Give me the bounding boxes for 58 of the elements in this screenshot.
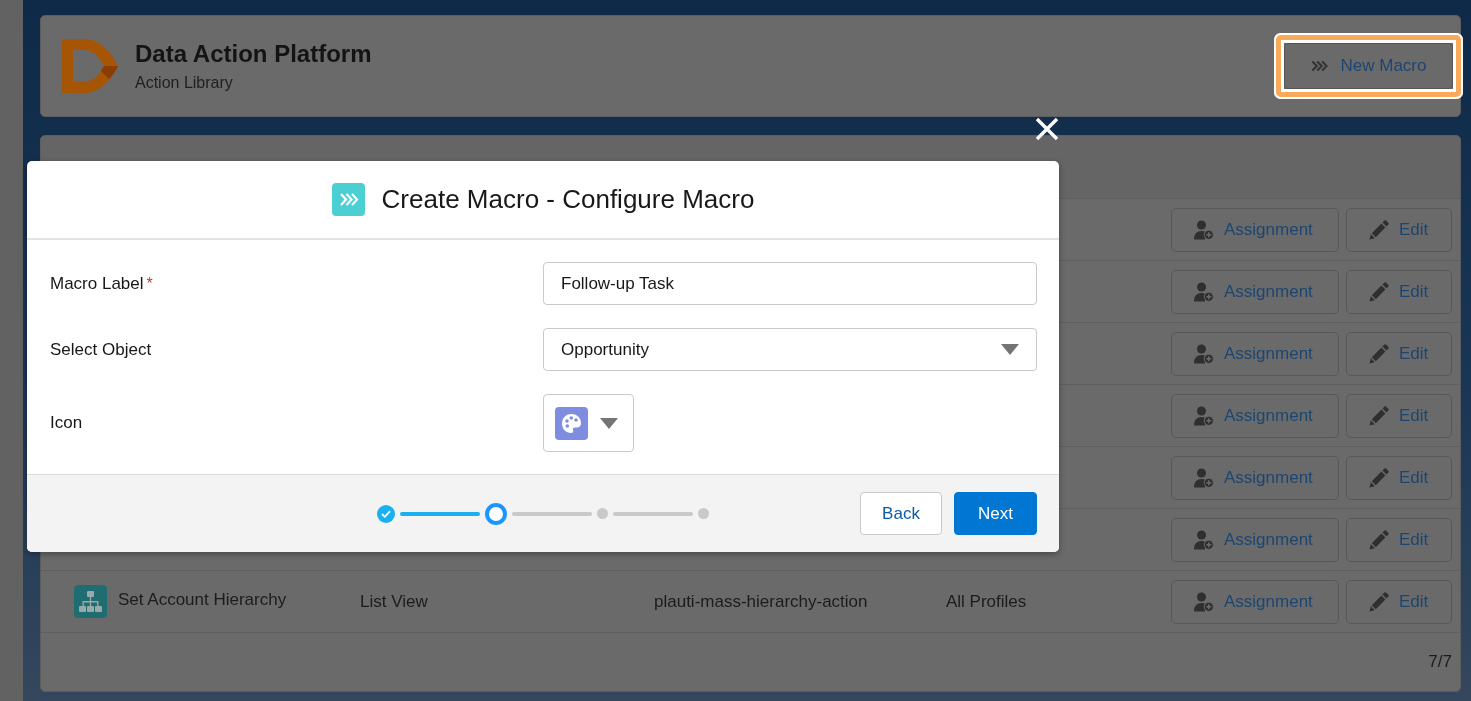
- user-add-icon: [1194, 591, 1214, 612]
- caret-icon: [600, 417, 618, 429]
- app-subtitle: Action Library: [135, 74, 233, 92]
- assignment-button[interactable]: Assignment: [1171, 579, 1339, 624]
- next-button[interactable]: Next: [954, 492, 1037, 535]
- edit-button[interactable]: Edit: [1346, 207, 1452, 252]
- field-label: Macro Label: [50, 273, 144, 293]
- assignment-button[interactable]: Assignment: [1171, 393, 1339, 438]
- table-cell: All Profiles: [946, 591, 1027, 611]
- required-mark: *: [146, 274, 153, 292]
- table-cell: List View: [360, 591, 428, 611]
- progress-step[interactable]: [485, 502, 507, 525]
- input-field[interactable]: Follow-up Task: [543, 262, 1037, 305]
- field-label: Icon: [50, 413, 83, 432]
- logo-icon: [62, 39, 118, 93]
- field-label: Select Object: [50, 339, 152, 359]
- progress-step[interactable]: [377, 504, 395, 523]
- edit-button[interactable]: Edit: [1346, 331, 1452, 376]
- user-add-icon: [1194, 529, 1214, 550]
- table-cell: plauti-mass-hierarchy-action: [654, 591, 868, 611]
- edit-button[interactable]: Edit: [1346, 269, 1452, 314]
- palette-icon: [555, 406, 588, 440]
- icon-picker[interactable]: [543, 394, 634, 452]
- assignment-button[interactable]: Assignment: [1171, 517, 1339, 562]
- app-title: Data Action Platform: [135, 40, 372, 68]
- close-icon: [1035, 117, 1059, 141]
- assignment-button[interactable]: Assignment: [1171, 455, 1339, 500]
- pencil-icon: [1369, 591, 1389, 612]
- user-add-icon: [1194, 281, 1214, 302]
- user-add-icon: [1194, 343, 1214, 364]
- pencil-icon: [1369, 281, 1389, 302]
- assignment-button[interactable]: Assignment: [1171, 207, 1339, 252]
- new-macro-button[interactable]: New Macro: [1284, 43, 1453, 89]
- pencil-icon: [1369, 405, 1389, 426]
- hierarchy-icon: [74, 585, 107, 618]
- close-button[interactable]: [1035, 117, 1059, 141]
- select-field[interactable]: Opportunity: [543, 328, 1037, 371]
- pencil-icon: [1369, 219, 1389, 240]
- caret-icon: [1001, 344, 1019, 355]
- pencil-icon: [1369, 467, 1389, 488]
- table-cell: Set Account Hierarchy: [118, 589, 287, 610]
- edit-button[interactable]: Edit: [1346, 455, 1452, 500]
- assignment-button[interactable]: Assignment: [1171, 269, 1339, 314]
- user-add-icon: [1194, 219, 1214, 240]
- assignment-button[interactable]: Assignment: [1171, 331, 1339, 376]
- back-button[interactable]: Back: [860, 492, 942, 535]
- chevrons-icon: [331, 183, 365, 216]
- chevrons-icon: [1310, 60, 1328, 72]
- user-add-icon: [1194, 405, 1214, 426]
- record-count: 7/7: [1428, 652, 1452, 672]
- modal-title: Create Macro - Configure Macro: [381, 184, 755, 215]
- edit-button[interactable]: Edit: [1346, 393, 1452, 438]
- pencil-icon: [1369, 343, 1389, 364]
- pencil-icon: [1369, 529, 1389, 550]
- edit-button[interactable]: Edit: [1346, 579, 1452, 624]
- edit-button[interactable]: Edit: [1346, 517, 1452, 562]
- user-add-icon: [1194, 467, 1214, 488]
- check-icon: [381, 509, 391, 518]
